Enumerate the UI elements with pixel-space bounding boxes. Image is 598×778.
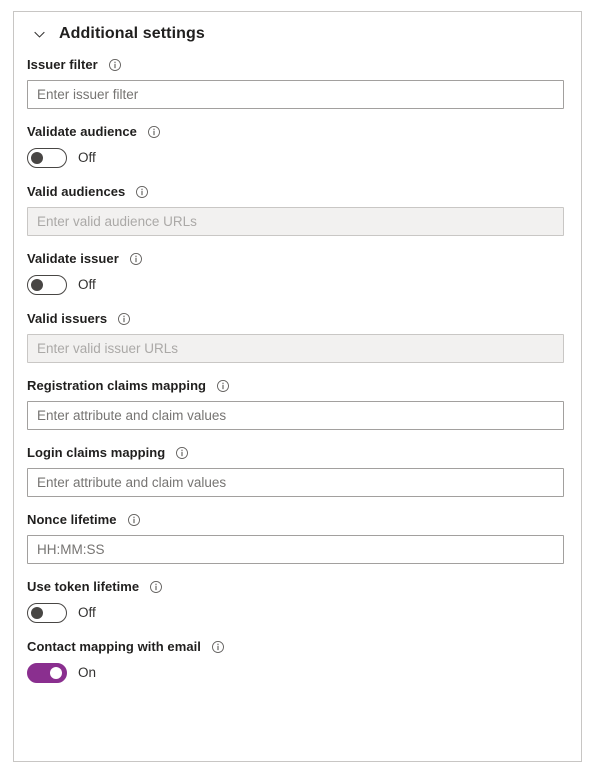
field-label-row: Valid issuers bbox=[27, 310, 568, 328]
toggle-row: Off bbox=[27, 274, 568, 296]
valid-issuers-label: Valid issuers bbox=[27, 311, 108, 326]
contact-mapping-with-email-info-icon[interactable] bbox=[210, 639, 226, 655]
login-claims-mapping-input[interactable] bbox=[27, 468, 564, 497]
field-valid-audiences: Valid audiences bbox=[27, 183, 568, 236]
registration-claims-mapping-label: Registration claims mapping bbox=[27, 378, 207, 393]
field-login-claims-mapping: Login claims mapping bbox=[27, 444, 568, 497]
toggle-thumb bbox=[50, 667, 62, 679]
chevron-down-icon[interactable] bbox=[29, 24, 49, 44]
field-label-row: Registration claims mapping bbox=[27, 377, 568, 395]
toggle-row: On bbox=[27, 662, 568, 684]
issuer-filter-input[interactable] bbox=[27, 80, 564, 109]
toggle-row: Off bbox=[27, 147, 568, 169]
contact-mapping-with-email-label: Contact mapping with email bbox=[27, 639, 201, 654]
field-issuer-filter: Issuer filter bbox=[27, 56, 568, 109]
contact-mapping-with-email-state-label: On bbox=[78, 665, 97, 680]
contact-mapping-with-email-toggle[interactable] bbox=[27, 663, 67, 683]
additional-settings-panel: Additional settings Issuer filter Valida… bbox=[13, 11, 582, 762]
use-token-lifetime-info-icon[interactable] bbox=[148, 579, 164, 595]
validate-audience-toggle[interactable] bbox=[27, 148, 67, 168]
use-token-lifetime-state-label: Off bbox=[78, 605, 96, 620]
nonce-lifetime-label: Nonce lifetime bbox=[27, 512, 117, 527]
valid-audiences-info-icon[interactable] bbox=[134, 184, 150, 200]
field-nonce-lifetime: Nonce lifetime bbox=[27, 511, 568, 564]
field-validate-audience: Validate audience Off bbox=[27, 123, 568, 169]
nonce-lifetime-info-icon[interactable] bbox=[126, 512, 142, 528]
validate-issuer-label: Validate issuer bbox=[27, 251, 119, 266]
login-claims-mapping-label: Login claims mapping bbox=[27, 445, 166, 460]
issuer-filter-label: Issuer filter bbox=[27, 57, 98, 72]
additional-settings-header[interactable]: Additional settings bbox=[27, 12, 568, 56]
field-label-row: Validate issuer bbox=[27, 250, 568, 268]
valid-audiences-label: Valid audiences bbox=[27, 184, 126, 199]
field-label-row: Contact mapping with email bbox=[27, 638, 568, 656]
field-valid-issuers: Valid issuers bbox=[27, 310, 568, 363]
validate-audience-label: Validate audience bbox=[27, 124, 137, 139]
toggle-thumb bbox=[31, 152, 43, 164]
field-label-row: Issuer filter bbox=[27, 56, 568, 74]
use-token-lifetime-label: Use token lifetime bbox=[27, 579, 140, 594]
field-label-row: Valid audiences bbox=[27, 183, 568, 201]
field-label-row: Nonce lifetime bbox=[27, 511, 568, 529]
field-contact-mapping-with-email: Contact mapping with email On bbox=[27, 638, 568, 684]
valid-issuers-input bbox=[27, 334, 564, 363]
field-label-row: Use token lifetime bbox=[27, 578, 568, 596]
validate-audience-info-icon[interactable] bbox=[146, 124, 162, 140]
field-validate-issuer: Validate issuer Off bbox=[27, 250, 568, 296]
validate-audience-state-label: Off bbox=[78, 150, 96, 165]
toggle-thumb bbox=[31, 279, 43, 291]
issuer-filter-info-icon[interactable] bbox=[107, 57, 123, 73]
toggle-row: Off bbox=[27, 602, 568, 624]
validate-issuer-info-icon[interactable] bbox=[128, 251, 144, 267]
field-label-row: Validate audience bbox=[27, 123, 568, 141]
validate-issuer-state-label: Off bbox=[78, 277, 96, 292]
registration-claims-mapping-info-icon[interactable] bbox=[215, 378, 231, 394]
registration-claims-mapping-input[interactable] bbox=[27, 401, 564, 430]
field-label-row: Login claims mapping bbox=[27, 444, 568, 462]
valid-issuers-info-icon[interactable] bbox=[116, 311, 132, 327]
validate-issuer-toggle[interactable] bbox=[27, 275, 67, 295]
page-title: Additional settings bbox=[59, 25, 205, 42]
valid-audiences-input bbox=[27, 207, 564, 236]
toggle-thumb bbox=[31, 607, 43, 619]
use-token-lifetime-toggle[interactable] bbox=[27, 603, 67, 623]
settings-field-list: Issuer filter Validate audience bbox=[27, 56, 568, 684]
field-registration-claims-mapping: Registration claims mapping bbox=[27, 377, 568, 430]
login-claims-mapping-info-icon[interactable] bbox=[174, 445, 190, 461]
field-use-token-lifetime: Use token lifetime Off bbox=[27, 578, 568, 624]
nonce-lifetime-input[interactable] bbox=[27, 535, 564, 564]
